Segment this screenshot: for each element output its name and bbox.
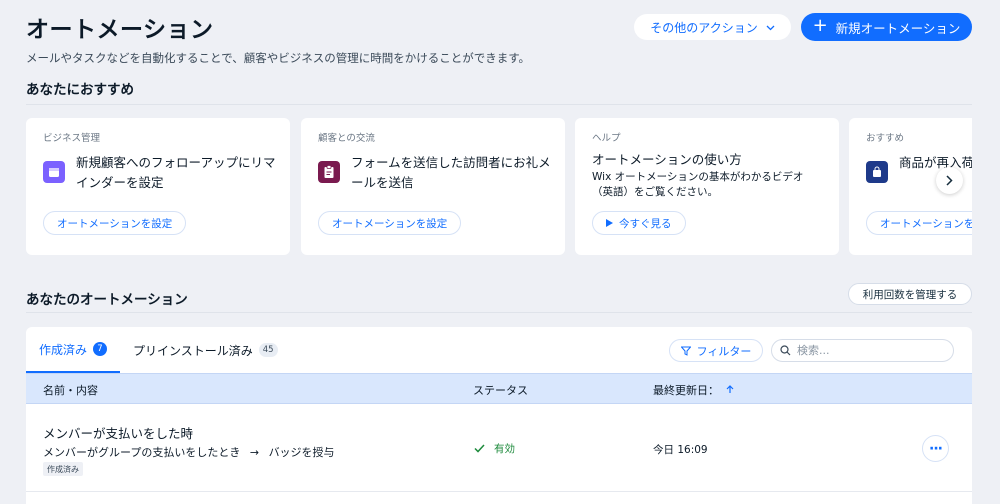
- automation-action: バッジを授与: [268, 446, 335, 459]
- recommend-card[interactable]: ヘルプ オートメーションの使い方 Wix オートメーションの基本がわかるビデオ（…: [575, 118, 839, 255]
- automations-table-panel: 作成済み 7 プリインストール済み 45 フィルター 名前・内容 ステータス 最…: [26, 327, 972, 504]
- manage-usage-button[interactable]: 利用回数を管理する: [848, 283, 972, 305]
- more-actions-button[interactable]: ···: [922, 435, 949, 462]
- count-badge: 45: [258, 343, 278, 357]
- column-header-updated[interactable]: 最終更新日：: [653, 382, 734, 398]
- status-label: 有効: [494, 443, 515, 455]
- chevron-down-icon: [766, 20, 775, 34]
- tab-label: プリインストール済み: [133, 343, 253, 358]
- carousel-next-button[interactable]: [936, 167, 963, 194]
- other-actions-button[interactable]: その他のアクション: [634, 14, 791, 40]
- setup-automation-button[interactable]: オートメーションを設定: [43, 211, 187, 235]
- new-automation-label: 新規オートメーション: [835, 20, 961, 36]
- column-header-updated-label: 最終更新日：: [653, 384, 719, 397]
- chevron-right-icon: [946, 175, 953, 186]
- automation-description: メンバーがグループの支払いをしたとき → バッジを授与: [43, 444, 335, 460]
- page-subtitle: メールやタスクなどを自動化することで、顧客やビジネスの管理に時間をかけることがで…: [26, 51, 531, 65]
- tab-created[interactable]: 作成済み 7: [26, 327, 121, 373]
- card-category: ヘルプ: [592, 133, 621, 144]
- watch-now-label: 今すぐ見る: [619, 217, 672, 230]
- more-horizontal-icon: ···: [929, 440, 943, 457]
- column-header-name: 名前・内容: [43, 384, 98, 397]
- shopping-bag-icon: [866, 161, 888, 183]
- card-category: おすすめ: [866, 133, 905, 144]
- search-input[interactable]: [797, 344, 947, 357]
- calendar-icon: [43, 161, 65, 183]
- status-badge: 有効: [474, 441, 515, 456]
- recommend-card[interactable]: ビジネス管理 新規顧客へのフォローアップにリマインダーを設定 オートメーションを…: [26, 118, 290, 255]
- page-title: オートメーション: [26, 17, 214, 43]
- page-header: オートメーション メールやタスクなどを自動化することで、顧客やビジネスの管理に時…: [26, 10, 530, 66]
- new-automation-button[interactable]: + 新規オートメーション: [801, 13, 972, 41]
- divider: [26, 104, 972, 105]
- automation-trigger: メンバーがグループの支払いをしたとき: [43, 446, 241, 459]
- plus-icon: +: [812, 15, 828, 36]
- created-tag: 作成済み: [43, 462, 83, 476]
- card-category: ビジネス管理: [43, 133, 101, 144]
- play-icon: [606, 219, 613, 227]
- search-box: [771, 339, 954, 362]
- automation-name: メンバーが支払いをした時: [43, 426, 194, 441]
- recommend-carousel: ビジネス管理 新規顧客へのフォローアップにリマインダーを設定 オートメーションを…: [26, 118, 972, 255]
- other-actions-label: その他のアクション: [650, 20, 758, 35]
- card-text: フォームを送信した訪問者にお礼メールを送信: [351, 155, 551, 190]
- card-text: 商品が再入荷: [899, 155, 972, 170]
- table-row[interactable]: メンバーが支払いをした時 メンバーがグループの支払いをしたとき → バッジを授与…: [26, 404, 972, 492]
- filter-label: フィルター: [696, 344, 752, 358]
- table-header: 名前・内容 ステータス 最終更新日：: [26, 373, 972, 404]
- filter-icon: [680, 346, 691, 356]
- count-badge: 7: [93, 342, 108, 356]
- checkmark-icon: [474, 444, 485, 453]
- card-title: オートメーションの使い方: [592, 152, 742, 167]
- sort-arrow-up-icon: [726, 385, 733, 393]
- search-icon: [780, 345, 791, 356]
- arrow-right-icon: →: [249, 446, 260, 459]
- updated-date: 今日 16:09: [653, 444, 708, 456]
- filter-button[interactable]: フィルター: [669, 339, 763, 362]
- column-header-status: ステータス: [473, 384, 528, 397]
- setup-automation-button[interactable]: オートメーションを設定: [866, 211, 972, 235]
- automations-title: あなたのオートメーション: [26, 292, 188, 308]
- recommend-card[interactable]: 顧客との交流 フォームを送信した訪問者にお礼メールを送信 オートメーションを設定: [301, 118, 565, 255]
- tab-label: 作成済み: [39, 342, 88, 357]
- tab-preinstalled[interactable]: プリインストール済み 45: [133, 327, 278, 373]
- card-text: 新規顧客へのフォローアップにリマインダーを設定: [76, 155, 276, 190]
- form-icon: [318, 161, 340, 183]
- divider: [26, 312, 972, 313]
- watch-now-button[interactable]: 今すぐ見る: [592, 211, 686, 235]
- card-category: 顧客との交流: [318, 133, 375, 144]
- recommend-title: あなたにおすすめ: [26, 82, 134, 98]
- card-description: Wix オートメーションの基本がわかるビデオ（英語）をご覧ください。: [592, 171, 804, 198]
- setup-automation-button[interactable]: オートメーションを設定: [318, 211, 462, 235]
